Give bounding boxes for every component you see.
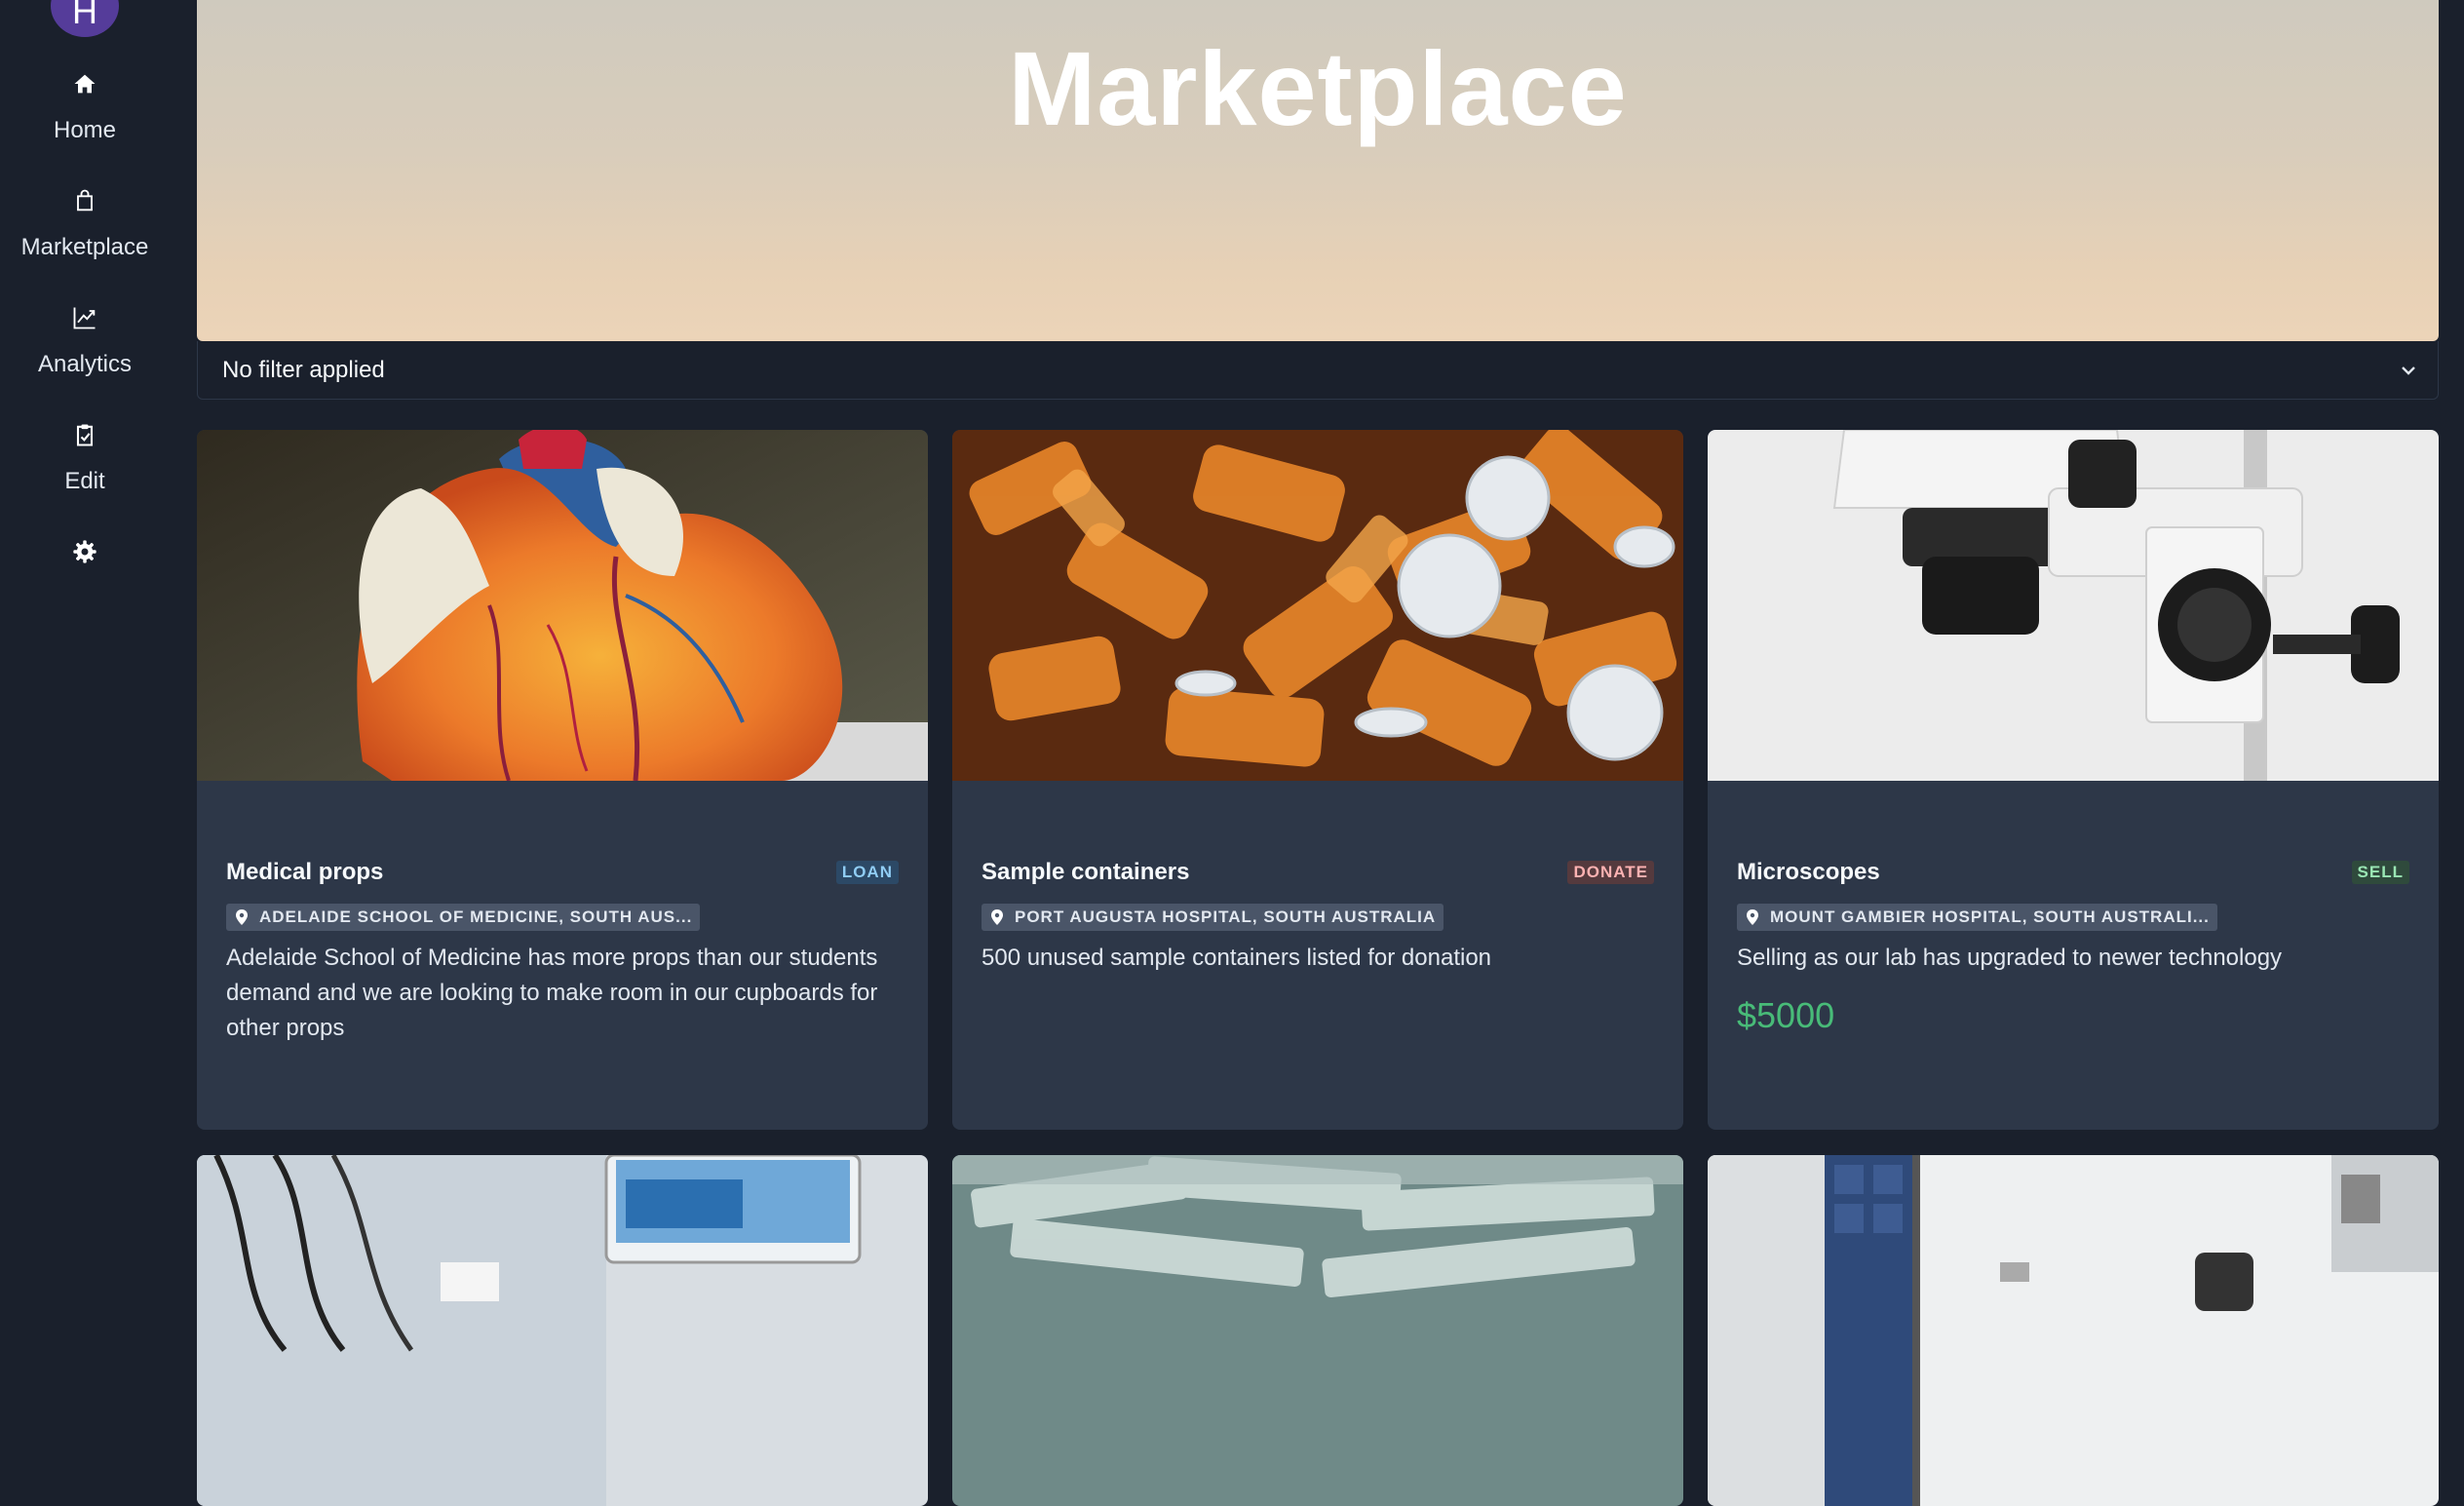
listing-description: 500 unused sample containers listed for … bbox=[982, 945, 1492, 971]
filter-select[interactable]: No filter applied bbox=[197, 341, 2439, 400]
page-banner: Marketplace bbox=[197, 0, 2439, 341]
sidebar: H Home Marketplace Analytics Edit bbox=[0, 0, 170, 1316]
listing-image-pill-bottles bbox=[952, 430, 1683, 781]
sidebar-item-edit[interactable]: Edit bbox=[0, 421, 170, 495]
listing-title: Microscopes bbox=[1737, 859, 1880, 885]
listing-location-text: PORT AUGUSTA HOSPITAL, SOUTH AUSTRALIA bbox=[1015, 907, 1437, 926]
listing-location-text: ADELAIDE SCHOOL OF MEDICINE, SOUTH AUS..… bbox=[259, 907, 693, 926]
location-pin-icon bbox=[991, 909, 1003, 925]
listing-card[interactable]: Sample containers DONATE PORT AUGUSTA HO… bbox=[952, 430, 1683, 1130]
sidebar-item-analytics[interactable]: Analytics bbox=[0, 304, 170, 378]
sidebar-item-label: Analytics bbox=[37, 351, 133, 377]
clipboard-check-icon bbox=[76, 424, 94, 446]
listing-title: Medical props bbox=[226, 859, 384, 885]
listing-card[interactable] bbox=[197, 1155, 928, 1506]
filter-value: No filter applied bbox=[222, 357, 385, 383]
listing-card[interactable]: Microscopes SELL MOUNT GAMBIER HOSPITAL,… bbox=[1708, 430, 2439, 1130]
listing-location: MOUNT GAMBIER HOSPITAL, SOUTH AUSTRALI..… bbox=[1737, 904, 2217, 931]
sidebar-item-label: Home bbox=[53, 117, 117, 143]
listing-type-badge: SELL bbox=[2351, 861, 2409, 884]
listing-description: Adelaide School of Medicine has more pro… bbox=[226, 945, 878, 1041]
listing-location: ADELAIDE SCHOOL OF MEDICINE, SOUTH AUS..… bbox=[226, 904, 701, 931]
sidebar-item-home[interactable]: Home bbox=[0, 70, 170, 144]
listing-price: $5000 bbox=[1737, 995, 1835, 1035]
listing-location: PORT AUGUSTA HOSPITAL, SOUTH AUSTRALIA bbox=[982, 904, 1444, 931]
listing-card[interactable] bbox=[1708, 1155, 2439, 1506]
location-pin-icon bbox=[1747, 909, 1758, 925]
location-pin-icon bbox=[236, 909, 248, 925]
page-title: Marketplace bbox=[1008, 29, 1628, 147]
sidebar-item-settings[interactable] bbox=[0, 538, 170, 565]
bag-icon bbox=[77, 189, 93, 212]
listing-type-badge: DONATE bbox=[1567, 861, 1654, 884]
listing-type-badge: LOAN bbox=[835, 861, 899, 884]
listing-image-sterile-packs bbox=[952, 1155, 1683, 1506]
listing-description: Selling as our lab has upgraded to newer… bbox=[1737, 945, 2283, 971]
home-icon bbox=[74, 74, 96, 94]
listing-image-microscope bbox=[1708, 430, 2439, 781]
listing-card[interactable] bbox=[952, 1155, 1683, 1506]
chart-icon bbox=[73, 307, 96, 329]
listing-card[interactable]: Medical props LOAN ADELAIDE SCHOOL OF ME… bbox=[197, 430, 928, 1130]
gear-icon bbox=[73, 540, 96, 563]
user-avatar[interactable]: H bbox=[51, 0, 119, 37]
sidebar-item-label: Marketplace bbox=[20, 234, 149, 260]
chevron-down-icon bbox=[2402, 367, 2415, 375]
listing-image-hospital-monitor bbox=[197, 1155, 928, 1506]
listing-image-heart-model bbox=[197, 430, 928, 781]
listing-title: Sample containers bbox=[982, 859, 1190, 885]
listing-image-hospital-room bbox=[1708, 1155, 2439, 1506]
sidebar-item-label: Edit bbox=[64, 468, 105, 494]
listing-location-text: MOUNT GAMBIER HOSPITAL, SOUTH AUSTRALI..… bbox=[1770, 907, 2210, 926]
sidebar-item-marketplace[interactable]: Marketplace bbox=[0, 187, 170, 261]
